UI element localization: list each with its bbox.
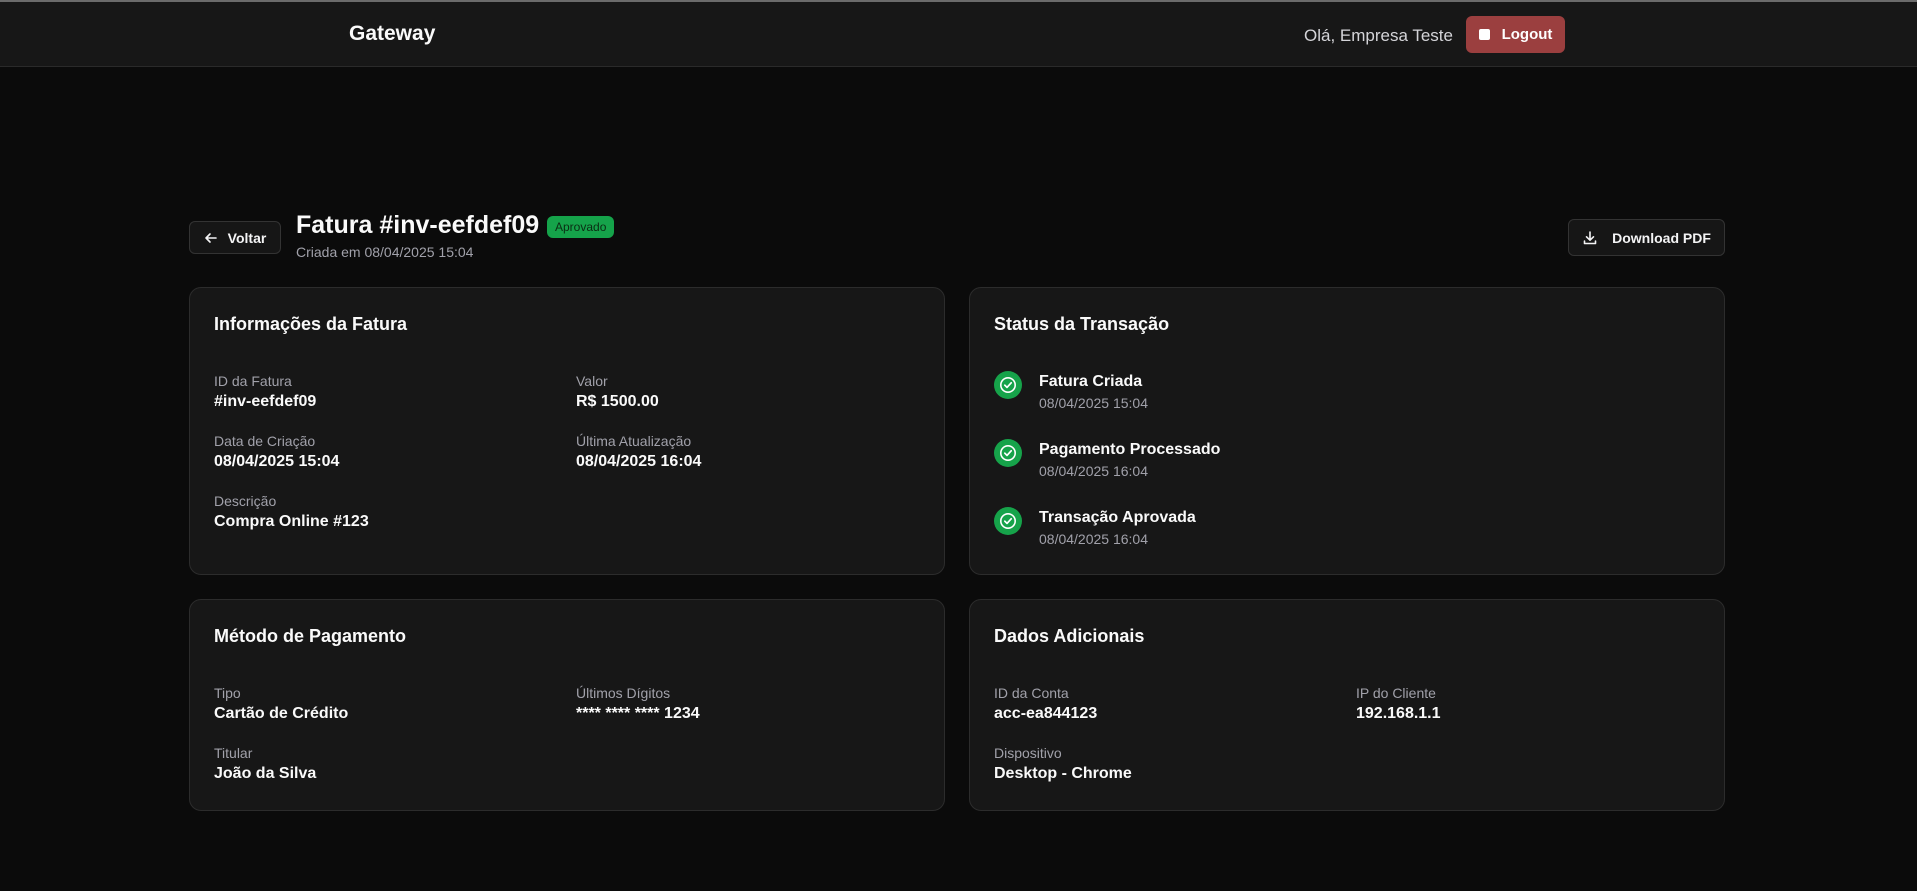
page-title: Fatura #inv-eefdef09 xyxy=(296,211,540,239)
field-label: IP do Cliente xyxy=(1356,685,1436,701)
invoice-info-card: Informações da Fatura ID da Fatura #inv-… xyxy=(189,287,945,575)
additional-data-card: Dados Adicionais ID da Conta acc-ea84412… xyxy=(969,599,1725,811)
field-label: Dispositivo xyxy=(994,745,1062,761)
status-step: Transação Aprovada 08/04/2025 16:04 xyxy=(994,507,1196,548)
field-account-id: ID da Conta acc-ea844123 xyxy=(994,684,1097,725)
field-label: Últimos Dígitos xyxy=(576,685,671,701)
field-value: 192.168.1.1 xyxy=(1356,705,1441,722)
field-value: #inv-eefdef09 xyxy=(214,393,317,410)
logout-icon xyxy=(1478,29,1490,40)
field-invoice-id: ID da Fatura #inv-eefdef09 xyxy=(214,372,316,413)
logout-label: Logout xyxy=(1501,26,1553,43)
field-amount: Valor R$ 1500.00 xyxy=(576,372,659,413)
payment-method-title: Método de Pagamento xyxy=(214,626,407,646)
field-value: Cartão de Crédito xyxy=(214,705,349,722)
field-label: Descrição xyxy=(214,493,277,509)
step-date: 08/04/2025 16:04 xyxy=(1039,531,1148,547)
field-last-update: Última Atualização 08/04/2025 16:04 xyxy=(576,432,701,473)
field-value: 08/04/2025 15:04 xyxy=(214,453,340,470)
field-value: acc-ea844123 xyxy=(994,705,1098,722)
invoice-info-title: Informações da Fatura xyxy=(214,314,408,334)
transaction-status-card: Status da Transação Fatura Criada 08/04/… xyxy=(969,287,1725,575)
field-label: Titular xyxy=(214,745,253,761)
field-label: Data de Criação xyxy=(214,433,316,449)
field-label: ID da Conta xyxy=(994,685,1069,701)
additional-data-title: Dados Adicionais xyxy=(994,626,1145,646)
step-title: Pagamento Processado xyxy=(1039,441,1221,458)
top-navbar: Gateway Olá, Empresa Teste Logout xyxy=(0,2,1917,67)
back-button[interactable]: Voltar xyxy=(189,221,281,254)
user-greeting: Olá, Empresa Teste xyxy=(1304,26,1453,45)
check-circle-icon xyxy=(994,507,1022,535)
field-value: Desktop - Chrome xyxy=(994,765,1132,782)
field-cardholder: Titular João da Silva xyxy=(214,744,316,785)
arrow-left-icon xyxy=(204,232,217,243)
status-badge: Aprovado xyxy=(547,216,615,238)
download-pdf-label: Download PDF xyxy=(1612,229,1711,246)
field-label: Última Atualização xyxy=(576,433,692,449)
field-device: Dispositivo Desktop - Chrome xyxy=(994,744,1132,785)
check-circle-icon xyxy=(994,371,1022,399)
step-title: Fatura Criada xyxy=(1039,373,1143,390)
field-created-date: Data de Criação 08/04/2025 15:04 xyxy=(214,432,339,473)
check-circle-icon xyxy=(994,439,1022,467)
step-date: 08/04/2025 16:04 xyxy=(1039,463,1148,479)
field-client-ip: IP do Cliente 192.168.1.1 xyxy=(1356,684,1441,725)
field-description: Descrição Compra Online #123 xyxy=(214,492,369,533)
field-value: 08/04/2025 16:04 xyxy=(576,453,702,470)
field-last-digits: Últimos Dígitos **** **** **** 1234 xyxy=(576,684,700,725)
status-step: Pagamento Processado 08/04/2025 16:04 xyxy=(994,439,1221,480)
field-payment-type: Tipo Cartão de Crédito xyxy=(214,684,348,725)
download-pdf-button[interactable]: Download PDF xyxy=(1568,219,1725,256)
brand-logo[interactable]: Gateway xyxy=(349,22,435,46)
created-date: Criada em 08/04/2025 15:04 xyxy=(296,244,474,260)
download-icon xyxy=(1583,230,1597,244)
payment-method-card: Método de Pagamento Tipo Cartão de Crédi… xyxy=(189,599,945,811)
field-value: Compra Online #123 xyxy=(214,513,369,530)
logout-button[interactable]: Logout xyxy=(1466,16,1565,53)
status-step: Fatura Criada 08/04/2025 15:04 xyxy=(994,371,1148,412)
step-date: 08/04/2025 15:04 xyxy=(1039,395,1148,411)
transaction-status-title: Status da Transação xyxy=(994,314,1170,334)
field-value: R$ 1500.00 xyxy=(576,393,659,410)
back-label: Voltar xyxy=(227,229,267,246)
step-title: Transação Aprovada xyxy=(1039,509,1196,526)
field-value: **** **** **** 1234 xyxy=(576,705,700,722)
field-value: João da Silva xyxy=(214,765,317,782)
field-label: ID da Fatura xyxy=(214,373,292,389)
field-label: Valor xyxy=(576,373,608,389)
field-label: Tipo xyxy=(214,685,241,701)
